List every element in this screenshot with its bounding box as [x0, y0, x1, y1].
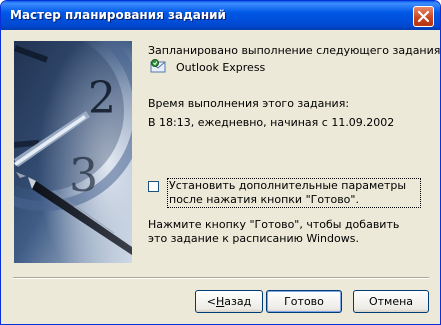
window-title: Мастер планирования заданий: [10, 8, 226, 22]
clock-pen-illustration: 2 3: [14, 41, 132, 263]
scheduled-label: Запланировано выполнение следующего зада…: [148, 44, 441, 57]
finish-hint: Нажмите кнопку "Готово", чтобы добавить …: [148, 218, 400, 245]
svg-text:3: 3: [69, 148, 98, 202]
back-button[interactable]: < Назад: [195, 290, 263, 313]
task-name: Outlook Express: [176, 61, 266, 74]
close-button[interactable]: [413, 6, 434, 27]
button-separator: [13, 277, 429, 279]
back-mnemonic: Н: [216, 295, 225, 308]
wizard-illustration: 2 3: [14, 41, 132, 263]
close-icon: [418, 11, 429, 22]
finish-button[interactable]: Готово: [266, 290, 342, 313]
back-arrow: <: [206, 295, 216, 308]
wizard-window: Мастер планирования заданий 2 3 Запланир…: [0, 0, 441, 325]
back-rest: азад: [224, 295, 252, 308]
advanced-options-checkbox[interactable]: [148, 181, 159, 192]
task-app-icon: [150, 59, 166, 73]
svg-text:2: 2: [88, 73, 116, 124]
title-bar[interactable]: Мастер планирования заданий: [1, 1, 440, 30]
time-label: Время выполнения этого задания:: [148, 97, 350, 110]
cancel-button[interactable]: Отмена: [353, 290, 429, 313]
time-value: В 18:13, ежедневно, начиная с 11.09.2002: [148, 116, 395, 129]
advanced-options-label[interactable]: Установить дополнительные параметры посл…: [167, 178, 421, 208]
